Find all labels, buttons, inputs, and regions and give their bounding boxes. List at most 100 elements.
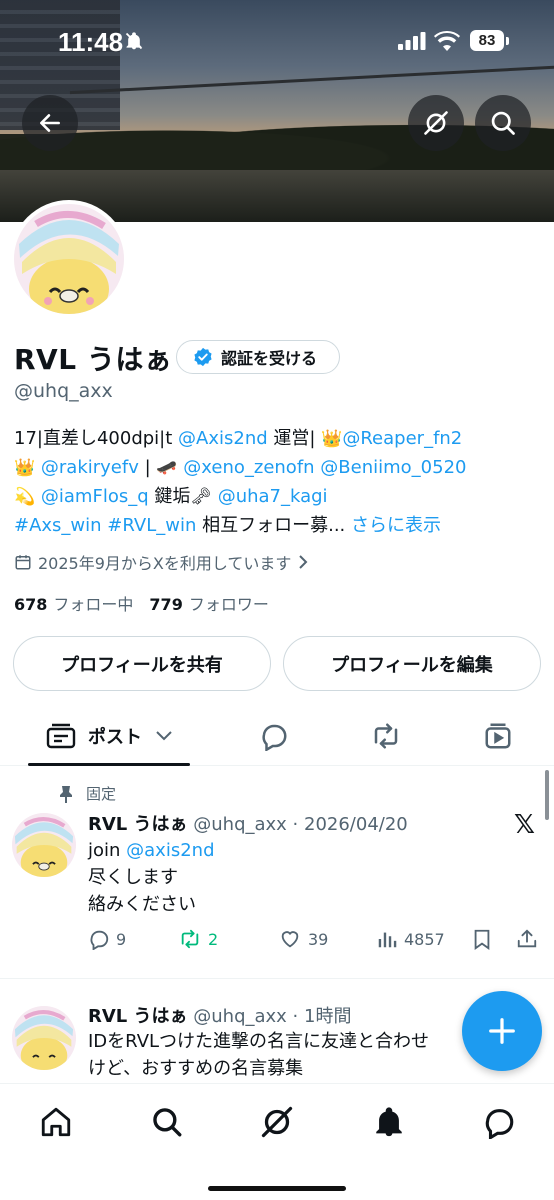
bio-mention-link[interactable]: @iamFlos_q	[35, 486, 149, 507]
battery-tip	[506, 37, 509, 45]
post-text-line: IDをRVLつけた進撃の名言に友達と合わせ	[88, 1031, 430, 1052]
tab-posts[interactable]: ポスト	[28, 706, 190, 766]
home-icon	[41, 1107, 71, 1137]
tab-replies[interactable]	[244, 706, 304, 766]
nav-messages[interactable]	[479, 1102, 519, 1142]
verified-badge-icon	[194, 347, 212, 367]
bio-line: 17|直差し400dpi|t @Axis2nd 運営| 👑@Reaper_fn2	[14, 424, 544, 453]
reply-icon	[262, 724, 287, 751]
bio-line: 👑 @rakiryefv | 🛹 @xeno_zenofn @Beniimo_0…	[14, 453, 544, 482]
bio-mention-link[interactable]: @rakiryefv	[35, 457, 139, 478]
views-icon	[378, 932, 397, 948]
following-label: フォロー中	[53, 595, 134, 614]
scrollbar[interactable]	[545, 770, 549, 820]
banner-trees	[0, 110, 554, 170]
bio-mention-link[interactable]: @Reaper_fn2	[342, 428, 462, 449]
bio-mention-link[interactable]: @Axis2nd	[178, 428, 268, 449]
share-profile-button[interactable]: プロフィールを共有	[13, 636, 271, 691]
joined-date[interactable]: 2025年9月からXを利用しています	[14, 550, 315, 574]
joined-label: 2025年9月からXを利用しています	[38, 554, 292, 573]
post-mention-link[interactable]: @axis2nd	[126, 840, 214, 861]
profile-handle: @uhq_axx	[14, 380, 113, 402]
battery-indicator: 83	[470, 30, 504, 51]
repost-count: 2	[208, 929, 219, 949]
compose-button[interactable]	[462, 991, 542, 1071]
x-logo-icon: 𝕏	[514, 810, 535, 840]
media-icon	[485, 723, 511, 749]
nav-notifications[interactable]	[369, 1102, 409, 1142]
bio-hashtag-link[interactable]: #RVL_win	[102, 515, 196, 536]
crown-emoji: 👑	[321, 429, 343, 449]
bio-line: 💫 @iamFlos_q 鍵垢🗝 @uha7_kagi	[14, 482, 544, 511]
reply-button[interactable]: 9	[88, 928, 126, 950]
active-tab-indicator	[28, 763, 190, 766]
edit-profile-button[interactable]: プロフィールを編集	[283, 636, 541, 691]
bottom-nav	[0, 1083, 554, 1200]
like-button[interactable]: 39	[278, 928, 328, 950]
bio-mention-link[interactable]: @Beniimo_0520	[315, 457, 466, 478]
tab-media[interactable]	[468, 706, 528, 766]
following-link[interactable]: 678 フォロー中	[14, 595, 133, 614]
bookmark-icon	[474, 929, 490, 950]
bell-icon	[376, 1107, 402, 1137]
status-bar: 11:48 83	[0, 0, 554, 86]
post-meta: @uhq_axx · 2026/04/20	[187, 814, 408, 835]
bio-hashtag-link[interactable]: #Axs_win	[14, 515, 102, 536]
share-icon	[517, 929, 537, 948]
grok-button[interactable]	[408, 95, 464, 151]
profile-tabs: ポスト	[0, 706, 554, 766]
nav-home[interactable]	[36, 1102, 76, 1142]
followers-link[interactable]: 779 フォロワー	[149, 595, 268, 614]
search-button[interactable]	[475, 95, 531, 151]
post-actions: 9 2 39 4857	[88, 928, 542, 954]
wifi-icon	[434, 30, 460, 55]
repost-icon	[181, 929, 199, 949]
post-header: RVL うはぁ @uhq_axx · 1時間	[88, 1002, 351, 1028]
back-button[interactable]	[22, 95, 78, 151]
post-author-name[interactable]: RVL うはぁ	[88, 814, 188, 835]
profile-bio: 17|直差し400dpi|t @Axis2nd 運営| 👑@Reaper_fn2…	[14, 424, 544, 540]
nav-search[interactable]	[147, 1102, 187, 1142]
search-icon	[491, 111, 515, 135]
chevron-down-icon	[156, 731, 172, 741]
profile-name: RVL うはぁ	[14, 343, 173, 376]
nav-grok[interactable]	[257, 1102, 297, 1142]
post-author-name[interactable]: RVL うはぁ	[88, 1006, 188, 1027]
signal-icon	[398, 32, 426, 54]
post-text-line: join	[88, 840, 127, 861]
bio-text: 鍵垢	[148, 486, 191, 507]
repost-button[interactable]: 2	[178, 928, 218, 950]
bookmark-button[interactable]	[472, 928, 498, 950]
plus-icon	[489, 1018, 515, 1044]
post-text: join @axis2nd 尽くします 絡みください	[88, 837, 215, 918]
show-more-link[interactable]: さらに表示	[351, 515, 441, 536]
status-time: 11:48	[58, 27, 124, 57]
followers-label: フォロワー	[188, 595, 269, 614]
post-text: IDをRVLつけた進撃の名言に友達と合わせ けど、おすすめの名言募集	[88, 1028, 429, 1082]
share-button[interactable]	[516, 928, 544, 950]
bio-text: 運営|	[267, 428, 322, 449]
search-icon	[153, 1108, 182, 1137]
home-indicator	[208, 1186, 346, 1191]
get-verified-button[interactable]: 認証を受ける	[176, 340, 340, 374]
views-count: 4857	[404, 929, 445, 949]
follow-stats: 678 フォロー中 779 フォロワー	[14, 591, 269, 615]
bio-mention-link[interactable]: @xeno_zenofn	[178, 457, 314, 478]
views-button[interactable]: 4857	[376, 928, 445, 950]
bio-text: 17|直差し400dpi|t	[14, 428, 179, 449]
key-emoji: 🗝	[190, 487, 212, 507]
post-text-line: 絡みください	[88, 894, 196, 915]
tab-reposts[interactable]	[356, 706, 416, 766]
post-text-line: けど、おすすめの名言募集	[88, 1058, 304, 1079]
post-header: RVL うはぁ @uhq_axx · 2026/04/20	[88, 810, 408, 836]
bio-mention-link[interactable]: @uha7_kagi	[212, 486, 328, 507]
posts-icon	[46, 723, 76, 749]
followers-count: 779	[149, 595, 183, 614]
arrow-left-icon	[40, 114, 60, 132]
chevron-right-icon	[299, 555, 308, 569]
post-avatar[interactable]	[12, 813, 76, 877]
avatar-image	[14, 204, 124, 314]
post-avatar[interactable]	[12, 1006, 76, 1070]
dizzy-emoji: 💫	[14, 487, 36, 507]
profile-avatar[interactable]	[10, 200, 128, 318]
